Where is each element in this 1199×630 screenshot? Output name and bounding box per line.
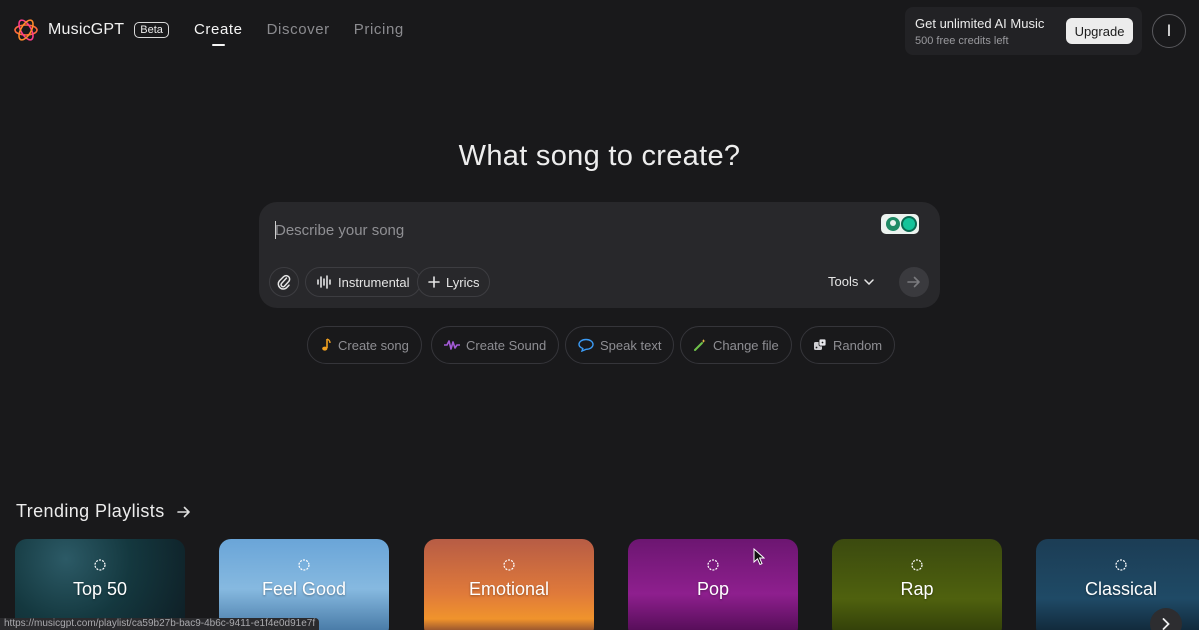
create-song-button[interactable]: Create song [307, 326, 422, 364]
paperclip-icon [277, 274, 291, 290]
brand[interactable]: MusicGPT Beta [12, 16, 169, 44]
sparkle-icon [298, 559, 310, 571]
flower-logo-icon [14, 19, 38, 41]
top-header: MusicGPT Beta Create Discover Pricing Ge… [0, 0, 1199, 62]
magic-wand-icon [694, 339, 706, 351]
sparkle-icon [94, 559, 106, 571]
nav-create[interactable]: Create [194, 21, 243, 46]
nav-pricing[interactable]: Pricing [354, 21, 404, 38]
arrow-right-icon [176, 506, 190, 517]
grammarly-icon[interactable] [881, 214, 919, 234]
link-status-bar: https://musicgpt.com/playlist/ca59b27b-b… [0, 618, 320, 630]
lyrics-button[interactable]: Lyrics [417, 267, 491, 297]
user-avatar[interactable]: I [1152, 14, 1186, 48]
playlist-card-feel-good[interactable]: Feel Good [219, 539, 389, 630]
playlist-carousel: Top 50 Feel Good Emotional Pop Rap Class… [0, 539, 1199, 630]
random-label: Random [833, 337, 883, 353]
tools-dropdown[interactable]: Tools [828, 274, 875, 289]
chevron-down-icon [864, 278, 875, 285]
dice-icon [814, 338, 827, 350]
sparkle-icon [911, 559, 923, 571]
main-nav: Create Discover Pricing [194, 21, 404, 46]
plus-icon [428, 276, 440, 288]
playlist-card-pop[interactable]: Pop [628, 539, 798, 630]
grammarly-g-icon [901, 216, 917, 232]
sparkle-icon [503, 559, 515, 571]
song-description-input[interactable] [275, 218, 835, 242]
playlist-label: Top 50 [72, 579, 128, 599]
quick-actions: Create song Create Sound Speak text Chan… [0, 326, 1199, 364]
page-title: What song to create? [458, 140, 741, 172]
playlist-label: Classical [1084, 579, 1158, 599]
playlist-card-rap[interactable]: Rap [832, 539, 1002, 630]
playlist-label: Emotional [468, 579, 550, 599]
sparkle-icon [1115, 559, 1127, 571]
create-sound-label: Create Sound [466, 337, 547, 353]
send-button[interactable] [899, 267, 929, 297]
upgrade-promo: Get unlimited AI Music 500 free credits … [905, 7, 1142, 55]
arrow-right-icon [907, 276, 920, 288]
promo-title: Get unlimited AI Music [915, 16, 1045, 31]
credits-left: 500 free credits left [915, 35, 1009, 47]
text-cursor [275, 221, 276, 239]
trending-playlists-heading[interactable]: Trending Playlists [16, 501, 191, 522]
change-file-button[interactable]: Change file [680, 326, 792, 364]
random-button[interactable]: Random [800, 326, 896, 364]
mouse-cursor-icon [753, 548, 765, 566]
nav-discover[interactable]: Discover [267, 21, 330, 38]
playlist-label: Feel Good [261, 579, 347, 599]
create-song-label: Create song [338, 337, 409, 353]
lyrics-label: Lyrics [446, 274, 480, 290]
speak-text-label: Speak text [600, 337, 662, 353]
playlist-card-emotional[interactable]: Emotional [424, 539, 594, 630]
instrumental-label: Instrumental [338, 274, 410, 290]
instrumental-toggle[interactable]: Instrumental [305, 267, 421, 297]
trending-title: Trending Playlists [16, 501, 165, 521]
waveform-icon [317, 275, 331, 289]
playlist-label: Pop [696, 579, 730, 599]
attach-button[interactable] [269, 267, 299, 297]
playlist-label: Rap [900, 579, 934, 599]
playlist-card-top-50[interactable]: Top 50 [15, 539, 185, 630]
beta-badge: Beta [134, 22, 169, 38]
grammarly-bulb-icon [886, 217, 900, 231]
change-file-label: Change file [713, 337, 779, 353]
chevron-right-icon [1162, 618, 1170, 630]
tools-label: Tools [828, 274, 859, 289]
waveform-icon [444, 340, 460, 350]
brand-name: MusicGPT [48, 21, 125, 38]
music-note-icon [322, 338, 331, 351]
upgrade-button[interactable]: Upgrade [1066, 18, 1133, 44]
sparkle-icon [707, 559, 719, 571]
create-sound-button[interactable]: Create Sound [431, 326, 560, 364]
musicgpt-page: MusicGPT Beta Create Discover Pricing Ge… [0, 0, 1199, 630]
speech-bubble-icon [578, 338, 594, 352]
song-prompt-box: Instrumental Lyrics Tools [259, 202, 940, 308]
speak-text-button[interactable]: Speak text [565, 326, 675, 364]
